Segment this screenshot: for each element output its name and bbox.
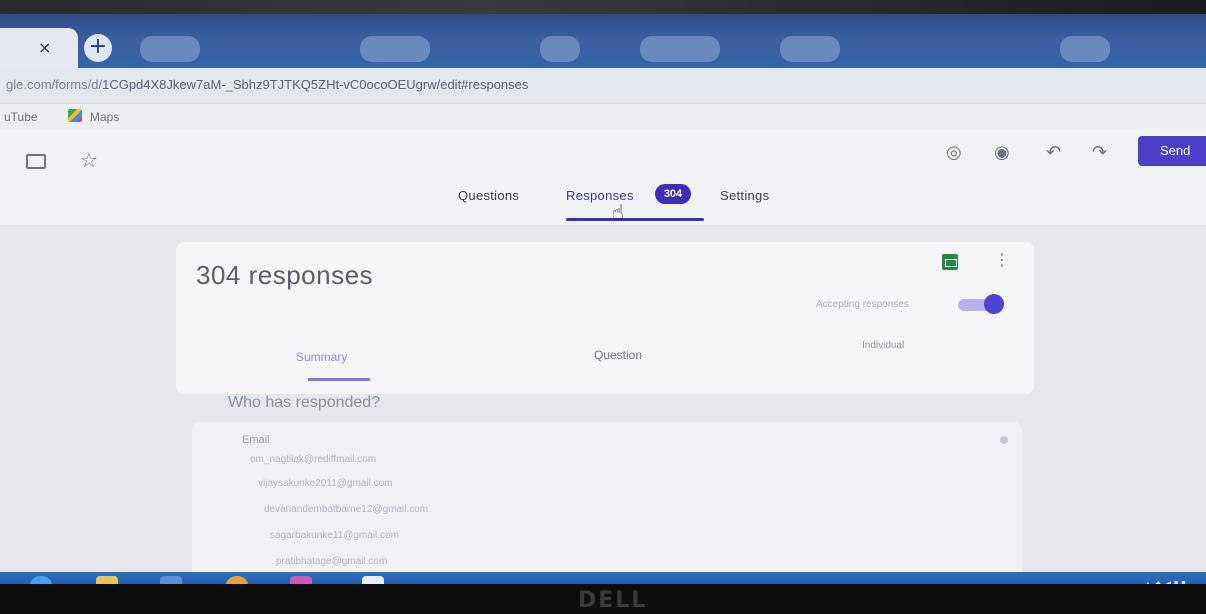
screen: × + gle.com/forms/d/1CGpd4X8Jkew7aM-_Sbh… (0, 14, 1206, 584)
respondents-heading: Who has responded? (228, 394, 381, 411)
tab-questions[interactable]: Questions (458, 188, 519, 203)
list-item: pratibhatage@gmail.com (276, 556, 388, 567)
blurred-tab (540, 36, 580, 62)
list-item: sagarbakunke11@gmail.com (270, 530, 399, 541)
monitor-bezel-top (0, 0, 1206, 14)
browser-tab-active[interactable]: × (0, 28, 78, 68)
blurred-tab (640, 36, 720, 62)
chrome-active-icon[interactable] (362, 576, 384, 584)
address-bar[interactable]: gle.com/forms/d/1CGpd4X8Jkew7aM-_Sbhz9TJ… (0, 68, 1206, 104)
toggle-knob[interactable] (984, 294, 1004, 314)
redo-icon[interactable]: ↷ (1092, 142, 1107, 163)
undo-icon[interactable]: ↶ (1046, 142, 1061, 163)
start-icon[interactable] (30, 576, 52, 584)
send-button[interactable]: Send (1138, 136, 1206, 166)
palette-icon[interactable]: ◎ (946, 142, 962, 163)
hand-cursor-icon: ☝ (612, 200, 625, 224)
os-taskbar: ▲ ◆ ◀ ▮ ▮ (0, 572, 1206, 584)
list-item: vijaysakunke2011@gmail.com (258, 478, 393, 489)
responses-count-badge: 304 (655, 184, 691, 204)
subtab-summary[interactable]: Summary (296, 350, 347, 364)
responses-content: 304 responses ⋮ Accepting responses Summ… (0, 226, 1206, 584)
browser-tab-strip: × + (0, 14, 1206, 68)
app-icon[interactable] (290, 576, 312, 584)
blurred-tab (360, 36, 430, 62)
monitor-logo: DELL (578, 588, 648, 613)
subtab-individual[interactable]: Individual (862, 340, 904, 351)
chrome-icon[interactable] (226, 576, 248, 584)
star-icon[interactable]: ☆ (80, 148, 98, 172)
media-player-icon[interactable] (160, 576, 182, 584)
url-host: gle.com/forms/d/ (6, 77, 103, 92)
email-column-label: Email (242, 434, 270, 446)
file-explorer-icon[interactable] (96, 576, 118, 584)
bookmark-youtube[interactable]: uTube (4, 110, 38, 124)
list-item: devanandembatbarne12@gmail.com (264, 504, 429, 515)
blurred-tab (780, 36, 840, 62)
new-tab-button[interactable]: + (84, 34, 112, 62)
subtab-question[interactable]: Question (594, 348, 642, 362)
list-item: om_nagtilak@rediffmail.com (250, 454, 377, 465)
close-tab-icon[interactable]: × (38, 38, 51, 57)
blurred-tab (1060, 36, 1110, 62)
accepting-responses-label: Accepting responses (816, 299, 909, 310)
url-text[interactable]: gle.com/forms/d/1CGpd4X8Jkew7aM-_Sbhz9TJ… (6, 77, 528, 92)
bookmark-maps[interactable]: Maps (90, 110, 119, 124)
sheets-icon[interactable] (942, 254, 958, 270)
more-options-icon[interactable]: ⋮ (994, 250, 1010, 269)
forms-header: ☆ ◎ ◉ ↶ ↷ Send Questions Responses 304 S… (0, 130, 1206, 226)
responses-summary-card: 304 responses ⋮ Accepting responses Summ… (176, 242, 1034, 394)
subtab-indicator (308, 378, 370, 381)
folder-icon[interactable] (26, 154, 46, 169)
blurred-tab (140, 36, 200, 62)
responses-title: 304 responses (196, 260, 374, 290)
status-dot (1000, 436, 1008, 444)
maps-icon (68, 109, 82, 122)
respondents-list: Email om_nagtilak@rediffmail.com vijaysa… (192, 422, 1022, 584)
preview-icon[interactable]: ◉ (994, 142, 1010, 163)
tab-settings[interactable]: Settings (720, 188, 769, 203)
active-tab-indicator (566, 218, 704, 221)
bookmarks-bar: uTube Maps (0, 104, 1206, 130)
url-path: 1CGpd4X8Jkew7aM-_Sbhz9TJTKQ5ZHt-vC0ocoOE… (102, 77, 529, 92)
